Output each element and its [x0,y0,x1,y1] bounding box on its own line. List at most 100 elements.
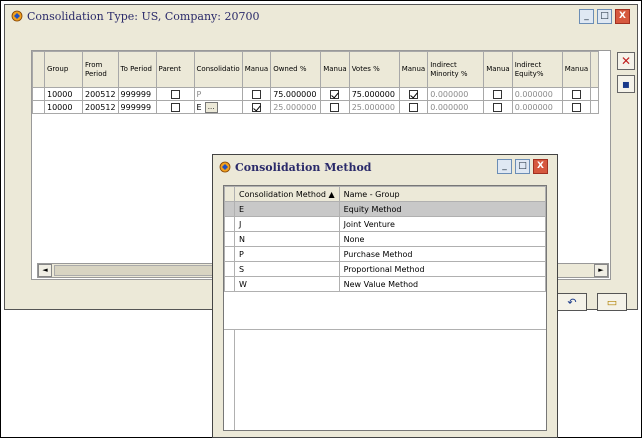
manual-checkbox[interactable] [251,89,261,99]
cell-votes[interactable]: 75.000000 [348,87,400,101]
close-button[interactable]: X [615,9,630,24]
method-code[interactable]: S [234,261,340,277]
manual-checkbox[interactable] [571,89,581,99]
manual-checkbox[interactable] [571,102,581,112]
cell-indirect-equity[interactable]: 0.000000 [511,100,563,114]
col-header-indirect-minority[interactable]: Indirect Minority % [427,51,485,88]
manual-checkbox[interactable] [493,89,503,99]
list-item[interactable]: S Proportional Method [224,261,546,277]
manual-checkbox[interactable] [408,102,418,112]
row-selector[interactable] [32,87,45,101]
cell-consolidation[interactable]: P [193,87,243,101]
dialog-minimize-button[interactable]: _ [497,159,512,174]
col-header-from-period[interactable]: From Period [82,51,119,88]
col-header-manual-2[interactable]: Manua [320,51,350,88]
list-item[interactable]: N None [224,231,546,247]
cell-indirect-minority[interactable]: 0.000000 [427,87,485,101]
title-bar[interactable]: Consolidation Type: US, Company: 20700 _… [5,5,637,27]
method-name[interactable]: Proportional Method [338,261,546,277]
cell-overflow [590,100,600,114]
cell-manual-2[interactable] [320,87,350,101]
cell-group[interactable]: 10000 [44,87,83,101]
undo-button[interactable]: ↶ [557,293,587,311]
method-code[interactable]: N [234,231,340,247]
manual-checkbox[interactable] [330,102,340,112]
lookup-button[interactable]: ... [204,101,218,113]
cell-manual-5[interactable] [561,87,592,101]
table-row[interactable]: 10000 200512 999999 E... 25.000000 25.00… [32,100,600,114]
row-selector[interactable] [224,216,235,232]
method-code[interactable]: P [234,246,340,262]
manual-checkbox[interactable] [408,89,418,99]
row-selector[interactable] [224,261,235,277]
cell-indirect-minority[interactable]: 0.000000 [427,100,485,114]
scroll-right-arrow-icon[interactable]: ► [594,264,608,277]
row-selector[interactable] [224,231,235,247]
method-name[interactable]: Equity Method [338,201,546,217]
cell-owned[interactable]: 75.000000 [270,87,322,101]
delete-row-button[interactable]: ✕ [617,52,635,70]
cell-indirect-equity[interactable]: 0.000000 [511,87,563,101]
save-button[interactable]: ▪ [617,75,635,93]
row-selector[interactable] [224,201,235,217]
col-header-manual-4[interactable]: Manua [483,51,513,88]
cell-to-period[interactable]: 999999 [117,87,157,101]
row-selector[interactable] [224,276,235,292]
cell-manual-3[interactable] [398,87,429,101]
cell-to-period[interactable]: 999999 [117,100,157,114]
cell-manual-2[interactable] [320,100,350,114]
parent-checkbox[interactable] [170,89,180,99]
list-item[interactable]: P Purchase Method [224,246,546,262]
col-header-group[interactable]: Group [44,51,83,88]
cell-parent[interactable] [155,100,195,114]
col-header-method-name[interactable]: Name - Group [338,186,546,202]
cell-group[interactable]: 10000 [44,100,83,114]
maximize-button[interactable]: □ [597,9,612,24]
col-header-parent[interactable]: Parent [155,51,195,88]
cell-from-period[interactable]: 200512 [82,87,119,101]
col-header-manual-3[interactable]: Manua [398,51,429,88]
cell-parent[interactable] [155,87,195,101]
cell-manual-4[interactable] [483,100,513,114]
method-code[interactable]: E [234,201,340,217]
method-name[interactable]: New Value Method [338,276,546,292]
method-name[interactable]: None [338,231,546,247]
cell-manual-1[interactable] [241,87,272,101]
cell-manual-1[interactable] [241,100,272,114]
dialog-maximize-button[interactable]: □ [515,159,530,174]
row-selector[interactable] [32,100,45,114]
cell-consolidation[interactable]: E... [193,100,243,114]
cell-manual-5[interactable] [561,100,592,114]
col-header-votes[interactable]: Votes % [348,51,400,88]
col-header-manual-5[interactable]: Manua [561,51,592,88]
method-name[interactable]: Purchase Method [338,246,546,262]
col-header-method-code[interactable]: Consolidation Method ▲ [234,186,340,202]
dialog-close-button[interactable]: X [533,159,548,174]
method-code[interactable]: W [234,276,340,292]
open-folder-button[interactable]: ▭ [597,293,627,311]
parent-checkbox[interactable] [170,102,180,112]
list-item[interactable]: J Joint Venture [224,216,546,232]
col-header-indirect-equity[interactable]: Indirect Equity% [511,51,563,88]
minimize-button[interactable]: _ [579,9,594,24]
cell-manual-3[interactable] [398,100,429,114]
manual-checkbox[interactable] [251,102,261,112]
method-code[interactable]: J [234,216,340,232]
cell-manual-4[interactable] [483,87,513,101]
list-item[interactable]: W New Value Method [224,276,546,292]
col-header-manual-1[interactable]: Manua [241,51,272,88]
table-row[interactable]: 10000 200512 999999 P 75.000000 75.00000… [32,87,600,101]
cell-from-period[interactable]: 200512 [82,100,119,114]
method-name[interactable]: Joint Venture [338,216,546,232]
list-item[interactable]: E Equity Method [224,201,546,217]
manual-checkbox[interactable] [330,89,340,99]
cell-votes[interactable]: 25.000000 [348,100,400,114]
col-header-to-period[interactable]: To Period [117,51,157,88]
col-header-consolidation[interactable]: Consolidatio [193,51,243,88]
cell-owned[interactable]: 25.000000 [270,100,322,114]
manual-checkbox[interactable] [493,102,503,112]
col-header-owned[interactable]: Owned % [270,51,322,88]
row-selector[interactable] [224,246,235,262]
col-header-overflow[interactable] [590,51,600,88]
scroll-left-arrow-icon[interactable]: ◄ [38,264,52,277]
